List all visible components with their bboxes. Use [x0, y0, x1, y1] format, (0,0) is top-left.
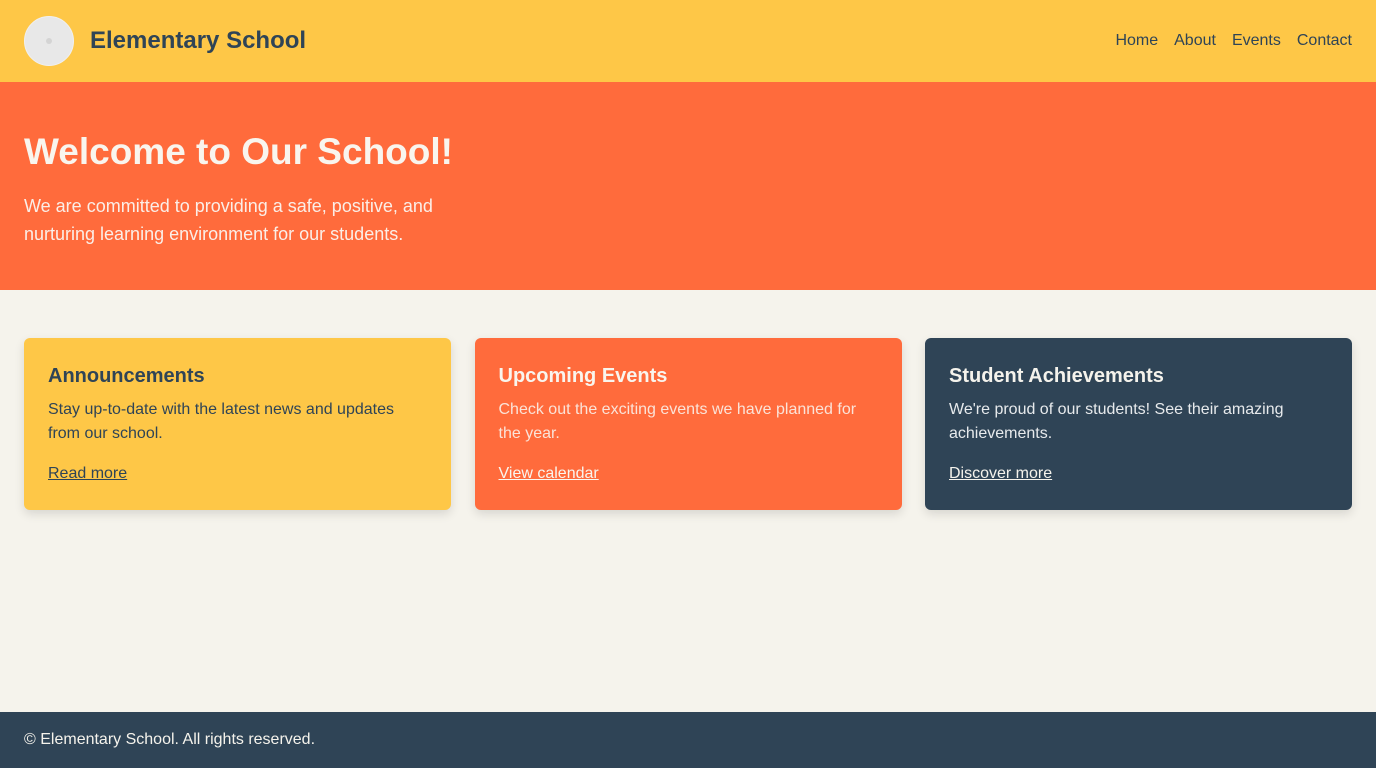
card-text: Check out the exciting events we have pl… [498, 401, 857, 442]
school-logo-icon[interactable] [24, 16, 74, 66]
nav-link-events[interactable]: Events [1232, 32, 1281, 50]
card-title: Student Achievements [949, 365, 1164, 387]
hero-text: We are committed to providing a safe, po… [24, 196, 433, 244]
site-header: Elementary School Home About Events Cont… [0, 0, 1376, 82]
hero-banner: Welcome to Our School! We are committed … [0, 82, 1376, 290]
card-text: Stay up-to-date with the latest news and… [48, 401, 394, 442]
nav-link-about[interactable]: About [1174, 32, 1216, 50]
nav-link-contact[interactable]: Contact [1297, 32, 1352, 50]
brand[interactable]: Elementary School [24, 16, 306, 66]
view-calendar-link[interactable]: View calendar [499, 462, 599, 486]
card-announcements: Announcements Stay up-to-date with the l… [24, 338, 451, 510]
read-more-link[interactable]: Read more [48, 462, 127, 486]
site-title[interactable]: Elementary School [90, 27, 306, 55]
site-footer: © Elementary School. All rights reserved… [0, 712, 1376, 768]
copyright-text: © Elementary School. All rights reserved… [24, 731, 316, 748]
logo-dot [46, 38, 52, 44]
card-student-achievements: Student Achievements We're proud of our … [925, 338, 1352, 510]
card-title: Upcoming Events [498, 365, 668, 387]
feature-cards: Announcements Stay up-to-date with the l… [24, 338, 1352, 510]
card-text: We're proud of our students! See their a… [949, 401, 1284, 442]
card-title: Announcements [48, 365, 205, 387]
hero-title: Welcome to Our School! [24, 131, 453, 172]
main-nav: Home About Events Contact [1099, 32, 1352, 50]
nav-link-home[interactable]: Home [1115, 32, 1158, 50]
discover-more-link[interactable]: Discover more [949, 462, 1052, 486]
card-upcoming-events: Upcoming Events Check out the exciting e… [474, 338, 902, 510]
